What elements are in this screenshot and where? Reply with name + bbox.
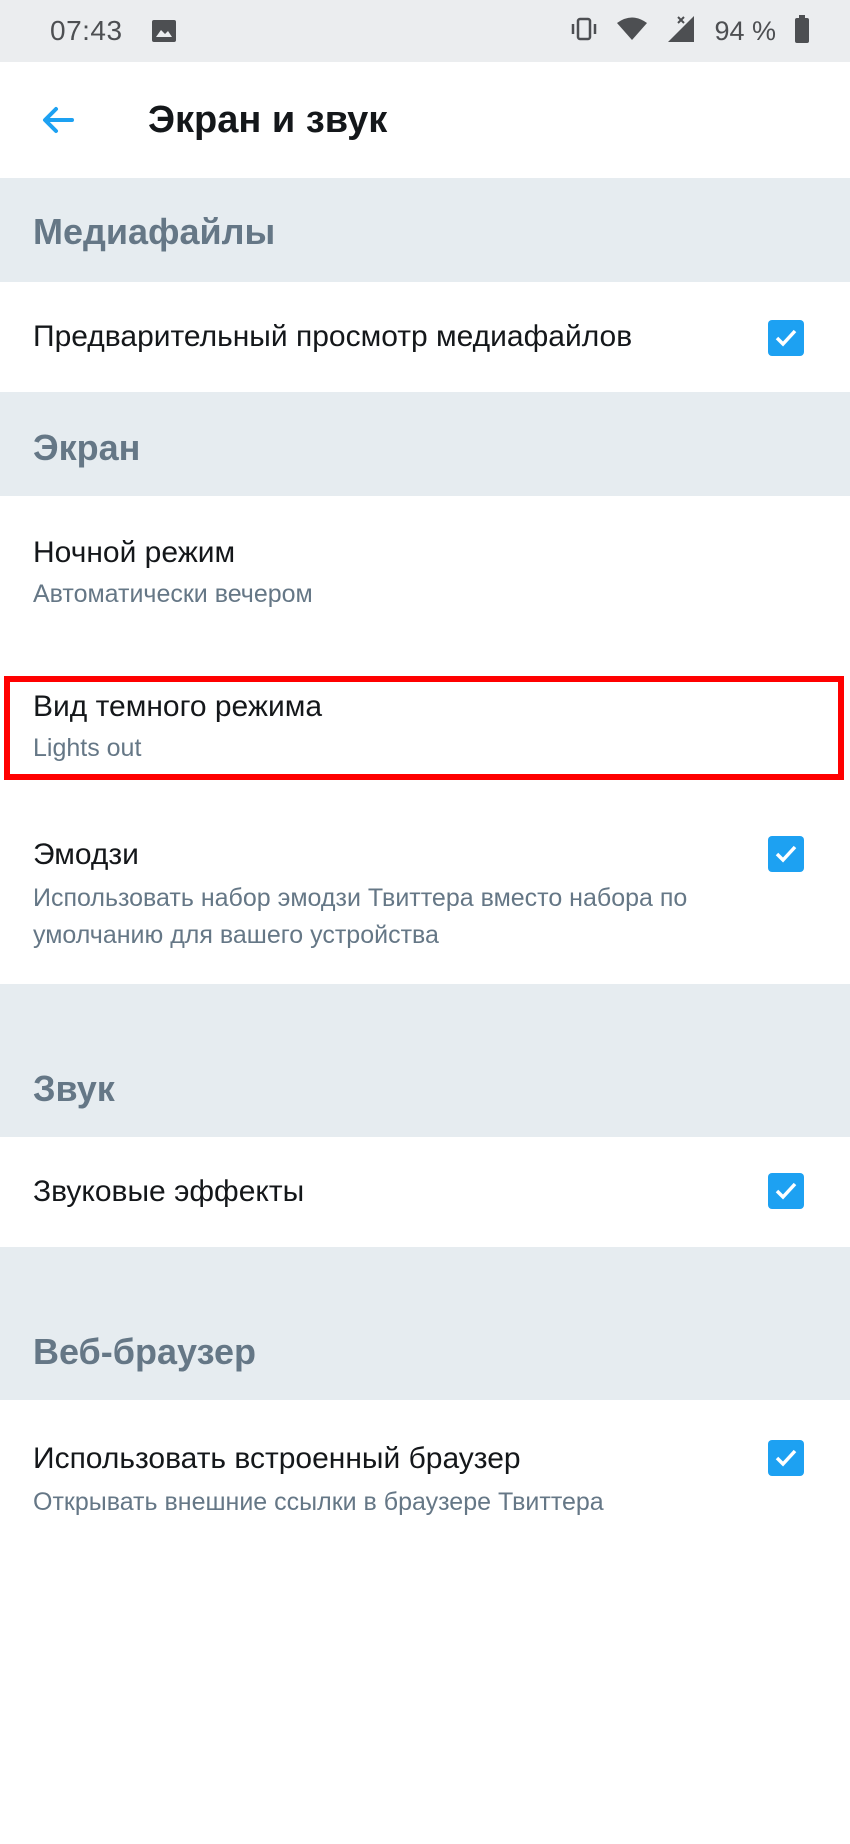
- status-time: 07:43: [50, 15, 123, 46]
- status-bar: 07:43 94 %: [0, 0, 850, 62]
- section-title: Звук: [33, 1068, 115, 1109]
- section-header-screen: Экран: [0, 392, 850, 496]
- check-icon: [775, 1449, 797, 1467]
- in-app-browser-checkbox[interactable]: [768, 1440, 804, 1476]
- section-title: Медиафайлы: [33, 211, 276, 252]
- setting-title: Ночной режим: [33, 536, 236, 569]
- back-button[interactable]: [28, 90, 88, 150]
- sound-effects-checkbox[interactable]: [768, 1173, 804, 1209]
- setting-subtitle: Использовать набор эмодзи Твиттера вмест…: [33, 884, 688, 949]
- setting-subtitle: Открывать внешние ссылки в браузере Твит…: [33, 1488, 604, 1516]
- setting-subtitle: Lights out: [33, 734, 142, 762]
- check-icon: [775, 1182, 797, 1200]
- section-header-sound: Звук: [0, 984, 850, 1137]
- signal-icon: [666, 14, 696, 49]
- battery-percent: 94 %: [714, 15, 776, 46]
- image-icon: [151, 19, 177, 43]
- section-title: Экран: [33, 427, 141, 468]
- media-preview-checkbox[interactable]: [768, 320, 804, 356]
- setting-title: Предварительный просмотр медиафайлов: [33, 320, 633, 353]
- page-title: Экран и звук: [148, 98, 388, 141]
- emoji-checkbox[interactable]: [768, 836, 804, 872]
- vibrate-icon: [570, 15, 598, 48]
- setting-in-app-browser[interactable]: Использовать встроенный браузер Открыват…: [0, 1400, 850, 1530]
- section-header-media: Медиафайлы: [0, 178, 850, 282]
- setting-night-mode[interactable]: Ночной режим Автоматически вечером: [0, 496, 850, 646]
- status-icons: 94 %: [570, 14, 810, 49]
- wifi-icon: [616, 16, 648, 47]
- arrow-left-icon: [43, 107, 74, 133]
- section-title: Веб-браузер: [33, 1331, 256, 1372]
- check-icon: [775, 845, 797, 863]
- section-header-browser: Веб-браузер: [0, 1247, 850, 1400]
- setting-title: Использовать встроенный браузер: [33, 1442, 521, 1475]
- setting-title: Вид темного режима: [33, 690, 323, 723]
- setting-emoji[interactable]: Эмодзи Использовать набор эмодзи Твиттер…: [0, 810, 850, 984]
- check-icon: [775, 329, 797, 347]
- app-bar: Экран и звук: [0, 62, 850, 178]
- setting-dark-mode-appearance[interactable]: Вид темного режима Lights out: [0, 676, 850, 780]
- setting-subtitle: Автоматически вечером: [33, 580, 313, 608]
- battery-icon: [794, 14, 810, 48]
- setting-sound-effects[interactable]: Звуковые эффекты: [0, 1137, 850, 1247]
- setting-media-preview[interactable]: Предварительный просмотр медиафайлов: [0, 282, 850, 392]
- setting-title: Звуковые эффекты: [33, 1175, 305, 1208]
- setting-title: Эмодзи: [33, 838, 139, 871]
